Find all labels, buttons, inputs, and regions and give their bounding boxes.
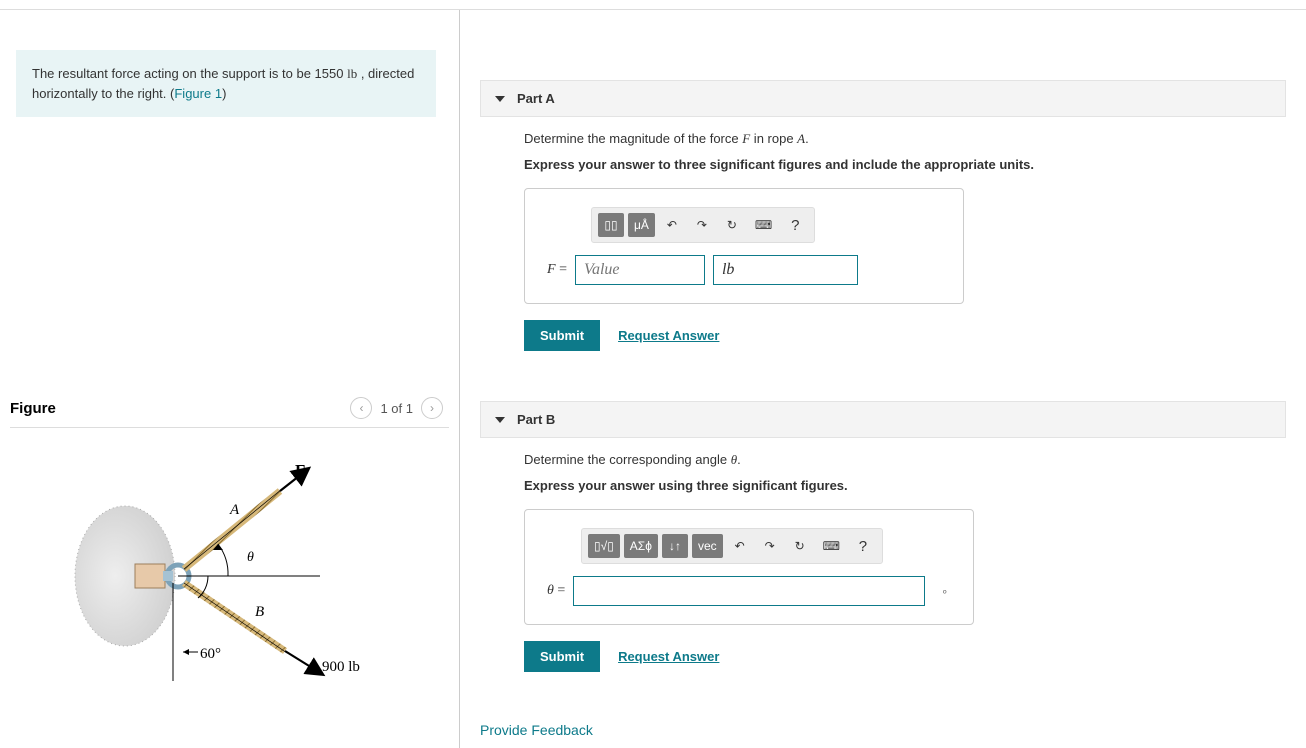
undo-button[interactable]: ↶ [659,213,685,237]
submit-button-a[interactable]: Submit [524,320,600,351]
part-a-instruction: Express your answer to three significant… [524,157,1286,172]
figure-prev-button[interactable]: ‹ [350,397,372,419]
answer-box-a: ▯▯ μÅ ↶ ↷ ↻ ⌨ ? F = [524,188,964,304]
help-button[interactable]: ? [782,213,808,237]
reset-button[interactable]: ↻ [719,213,745,237]
figure-title: Figure [10,400,56,417]
redo-button[interactable]: ↷ [689,213,715,237]
subsup-button[interactable]: ↓↑ [662,534,688,558]
request-answer-link-a[interactable]: Request Answer [618,328,719,343]
problem-text-close: ) [222,86,226,101]
part-b-title: Part B [517,412,555,427]
help-button[interactable]: ? [850,534,876,558]
problem-text-before: The resultant force acting on the suppor… [32,66,347,81]
svg-text:60°: 60° [200,646,221,662]
toolbar-b: ▯√▯ ΑΣϕ ↓↑ vec ↶ ↷ ↻ ⌨ ? [581,528,883,564]
redo-button[interactable]: ↷ [757,534,783,558]
svg-text:900 lb: 900 lb [322,659,360,675]
keyboard-button[interactable]: ⌨ [817,534,846,558]
templates-button[interactable]: ▯√▯ [588,534,620,558]
answer-box-b: ▯√▯ ΑΣϕ ↓↑ vec ↶ ↷ ↻ ⌨ ? θ = ∘ [524,509,974,625]
templates-button[interactable]: ▯▯ [598,213,624,237]
svg-text:B: B [255,604,264,620]
part-b-instruction: Express your answer using three signific… [524,478,1286,493]
svg-text:A: A [229,502,240,518]
value-input-b[interactable] [573,576,925,606]
toolbar-a: ▯▯ μÅ ↶ ↷ ↻ ⌨ ? [591,207,815,243]
part-b-header[interactable]: Part B [480,401,1286,438]
value-input-a[interactable] [575,255,705,285]
svg-text:θ: θ [247,550,254,565]
unit-input-a[interactable] [713,255,858,285]
part-a-header[interactable]: Part A [480,80,1286,117]
figure-pager: 1 of 1 [380,401,413,416]
figure-next-button[interactable]: › [421,397,443,419]
chevron-down-icon [495,417,505,423]
undo-button[interactable]: ↶ [727,534,753,558]
problem-statement: The resultant force acting on the suppor… [16,50,436,117]
vec-button[interactable]: vec [692,534,723,558]
units-button[interactable]: μÅ [628,213,655,237]
chevron-down-icon [495,96,505,102]
svg-text:F: F [295,461,305,480]
keyboard-button[interactable]: ⌨ [749,213,778,237]
figure-link[interactable]: Figure 1 [174,86,222,101]
reset-button[interactable]: ↻ [787,534,813,558]
request-answer-link-b[interactable]: Request Answer [618,649,719,664]
degree-symbol: ∘ [941,585,948,598]
provide-feedback-link[interactable]: Provide Feedback [480,722,593,738]
problem-unit: lb [347,66,357,81]
figure-1: F A θ B 60° 900 lb [10,446,449,689]
part-a-title: Part A [517,91,555,106]
greek-button[interactable]: ΑΣϕ [624,534,658,558]
part-b-description: Determine the corresponding angle θ. [524,452,1286,468]
part-a-description: Determine the magnitude of the force F i… [524,131,1286,147]
submit-button-b[interactable]: Submit [524,641,600,672]
